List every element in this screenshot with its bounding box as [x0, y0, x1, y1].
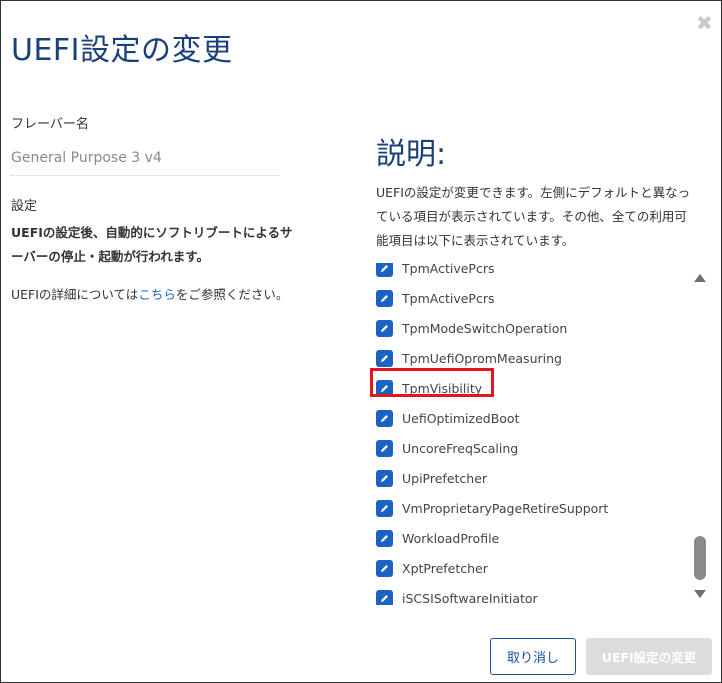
scrollbar-thumb[interactable] — [694, 536, 706, 580]
setting-item[interactable]: TpmActivePcrs — [373, 263, 683, 283]
setting-item[interactable]: UefiOptimizedBoot — [373, 403, 683, 433]
flavor-name-value: General Purpose 3 v4 — [11, 147, 279, 176]
uefi-setting-list-inner: TpmActivePcrs TpmActivePcrs TpmModeSwitchO… — [373, 263, 683, 605]
description-line: 能項目は以下に表示されています。 — [376, 233, 575, 248]
detail-suffix: をご参照ください。 — [175, 287, 289, 302]
dialog-title: UEFI設定の変更 — [11, 33, 233, 68]
setting-item-label: TpmVisibility — [402, 380, 483, 396]
setting-item-label: iSCSISoftwareInitiator — [402, 590, 538, 606]
setting-item-label: TpmActivePcrs — [402, 290, 495, 306]
reboot-warning-line: ーバーの停止・起動が行われます。 — [11, 249, 210, 264]
setting-item[interactable]: iSCSISoftwareInitiator — [373, 583, 683, 605]
setting-item-label: VmProprietaryPageRetireSupport — [402, 500, 609, 516]
flavor-name-label: フレーバー名 — [11, 117, 89, 132]
setting-item-label: XptPrefetcher — [402, 560, 488, 576]
edit-pencil-icon[interactable] — [376, 319, 393, 337]
detail-link[interactable]: こちら — [138, 287, 176, 302]
edit-pencil-icon[interactable] — [376, 559, 393, 577]
settings-label: 設定 — [11, 199, 38, 214]
edit-pencil-icon[interactable] — [376, 529, 393, 547]
edit-pencil-icon[interactable] — [376, 289, 393, 307]
setting-item-label: UpiPrefetcher — [402, 470, 488, 486]
cancel-button[interactable]: 取り消し — [490, 638, 576, 675]
setting-item-label: TpmModeSwitchOperation — [402, 320, 568, 336]
setting-item[interactable]: TpmVisibility — [373, 373, 683, 403]
setting-item-label: UefiOptimizedBoot — [402, 410, 520, 426]
setting-item[interactable]: WorkloadProfile — [373, 523, 683, 553]
setting-item[interactable]: UpiPrefetcher — [373, 463, 683, 493]
edit-pencil-icon[interactable] — [376, 263, 393, 277]
setting-item[interactable]: TpmUefiOpromMeasuring — [373, 343, 683, 373]
reboot-warning: UEFIの設定後、自動的にソフトリブートによるサ ーバーの停止・起動が行われます… — [11, 221, 311, 269]
setting-item[interactable]: UncoreFreqScaling — [373, 433, 683, 463]
setting-item[interactable]: TpmActivePcrs — [373, 283, 683, 313]
uefi-setting-list[interactable]: TpmActivePcrs TpmActivePcrs TpmModeSwitchO… — [373, 263, 713, 605]
edit-pencil-icon[interactable] — [376, 499, 393, 517]
description-text: UEFIの設定が変更できます。左側にデフォルトと異なっ ている項目が表示されてい… — [376, 181, 706, 253]
edit-pencil-icon[interactable] — [376, 469, 393, 487]
setting-item-label: TpmUefiOpromMeasuring — [402, 350, 562, 366]
setting-item[interactable]: VmProprietaryPageRetireSupport — [373, 493, 683, 523]
scroll-up-arrow-icon[interactable] — [694, 274, 706, 282]
setting-item-label: UncoreFreqScaling — [402, 440, 519, 456]
setting-item[interactable]: TpmModeSwitchOperation — [373, 313, 683, 343]
edit-pencil-icon[interactable] — [376, 439, 393, 457]
setting-item[interactable]: XptPrefetcher — [373, 553, 683, 583]
edit-pencil-icon[interactable] — [376, 409, 393, 427]
edit-pencil-icon[interactable] — [376, 379, 393, 397]
detail-prefix: UEFIの詳細については — [11, 287, 139, 302]
description-line: ている項目が表示されています。その他、全ての利用可 — [376, 209, 687, 224]
description-title: 説明: — [376, 137, 447, 172]
setting-item-label: WorkloadProfile — [402, 530, 500, 546]
description-line: UEFIの設定が変更できます。左側にデフォルトと異なっ — [376, 185, 691, 200]
edit-pencil-icon[interactable] — [376, 349, 393, 367]
apply-uefi-settings-button[interactable]: UEFI設定の変更 — [586, 638, 712, 675]
scroll-down-arrow-icon[interactable] — [694, 590, 706, 598]
edit-pencil-icon[interactable] — [376, 589, 393, 605]
uefi-settings-dialog: ✖ UEFI設定の変更 フレーバー名 General Purpose 3 v4 … — [0, 0, 722, 683]
close-icon[interactable]: ✖ — [696, 13, 713, 33]
uefi-detail-text: UEFIの詳細についてはこちらをご参照ください。 — [11, 284, 351, 303]
reboot-warning-line: UEFIの設定後、自動的にソフトリブートによるサ — [11, 225, 293, 240]
setting-item-label: TpmActivePcrs — [402, 263, 495, 276]
